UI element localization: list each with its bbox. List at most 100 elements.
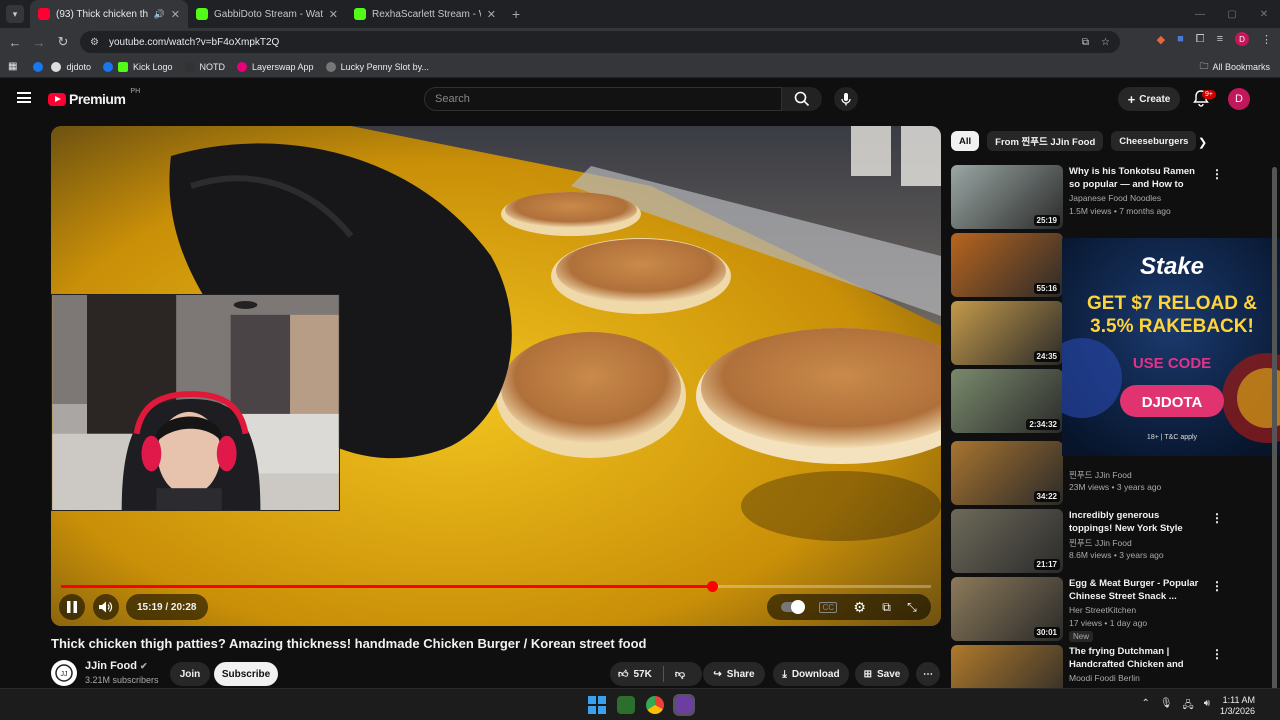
video-thumbnail[interactable]: 21:17 [951, 509, 1063, 573]
page-scrollbar[interactable] [1272, 167, 1277, 697]
bookmark-djdoto[interactable]: djdoto [51, 61, 91, 72]
apps-grid-icon[interactable]: ▦ [8, 61, 17, 72]
voice-search-button[interactable] [834, 87, 858, 111]
menu-icon[interactable] [17, 92, 31, 103]
more-options-icon[interactable]: ⋮ [1211, 647, 1223, 661]
more-options-icon[interactable]: ⋮ [1211, 511, 1223, 525]
recommendation-title[interactable]: The frying Dutchman | Handcrafted Chicke… [1069, 645, 1201, 671]
channel-name[interactable]: JJin Food ✔ [85, 660, 148, 672]
video-thumbnail[interactable]: 24:35 [951, 301, 1063, 365]
recommendation-title[interactable]: Incredibly generous toppings! New York S… [1069, 509, 1201, 535]
search-input[interactable]: Search [424, 87, 782, 111]
chip-all[interactable]: All [951, 131, 980, 151]
recommendation-channel[interactable]: Her StreetKitchen [1069, 605, 1136, 615]
thumbs-down-icon[interactable]: 👎︎ [675, 668, 685, 680]
extensions-icon[interactable]: ⧠ [1196, 33, 1205, 46]
create-button[interactable]: + Create [1118, 87, 1180, 111]
bookmark-kick-logo[interactable]: Kick Logo [102, 61, 173, 72]
more-options-icon[interactable]: ⋮ [1211, 167, 1223, 181]
bookmark-notd[interactable]: NOTD [184, 61, 225, 72]
audio-playing-icon[interactable]: 🔊 [154, 9, 165, 20]
facebook-bookmark-icon[interactable] [33, 61, 44, 72]
speaker-icon[interactable]: 🔊︎ [1204, 698, 1210, 715]
bookmark-star-icon[interactable]: ☆ [1101, 37, 1110, 48]
video-thumbnail[interactable]: 30:01 [951, 577, 1063, 641]
url-text[interactable]: youtube.com/watch?v=bF4oXmpkT2Q [109, 37, 279, 48]
recommendation-item[interactable]: 21:17 Incredibly generous toppings! New Y… [951, 509, 1271, 573]
chip-cheeseburgers[interactable]: Cheeseburgers [1111, 131, 1197, 151]
bookmark-layerswap[interactable]: Layerswap App [237, 61, 314, 72]
recommendation-title[interactable]: Why is his Tonkotsu Ramen so popular — a… [1069, 165, 1201, 191]
channel-avatar[interactable]: JJ [51, 660, 77, 686]
close-window-icon[interactable]: ✕ [1248, 0, 1280, 28]
account-avatar[interactable]: D [1228, 88, 1250, 110]
site-info-icon[interactable]: ⚙ [90, 37, 99, 48]
recommendation-channel[interactable]: Japanese Food Noodles [1069, 193, 1161, 203]
subscribe-button[interactable]: Subscribe [214, 662, 278, 686]
save-button[interactable]: ⊞ Save [855, 662, 909, 686]
recommendation-title[interactable]: Egg & Meat Burger - Popular Chinese Stre… [1069, 577, 1201, 603]
media-controls-icon[interactable]: ≡ [1217, 33, 1223, 45]
install-app-icon[interactable]: ⧉ [1082, 37, 1089, 48]
video-thumbnail[interactable]: 55:16 [951, 233, 1063, 297]
tab-close-icon[interactable]: ✕ [487, 8, 496, 21]
maximize-icon[interactable]: ▢ [1216, 0, 1248, 28]
chips-next-icon[interactable]: ❯ [1198, 136, 1207, 149]
recommendation-item[interactable]: 25:19 Why is his Tonkotsu Ramen so popula… [951, 165, 1271, 229]
settings-gear-icon[interactable]: ⚙ [853, 599, 866, 616]
miniplayer-icon[interactable]: ⧉ [882, 600, 891, 615]
recommendation-channel[interactable]: 찐푸드 JJin Food [1069, 537, 1132, 549]
app-icon[interactable] [673, 694, 695, 716]
search-button[interactable] [782, 87, 822, 111]
profile-avatar[interactable]: D [1235, 32, 1249, 46]
autoplay-toggle[interactable] [781, 600, 806, 614]
duration-badge: 55:16 [1033, 283, 1060, 294]
scrubber-handle[interactable] [706, 581, 718, 592]
tray-chevron-icon[interactable]: ⌃ [1141, 698, 1149, 715]
recommendation-item[interactable]: 30:01 Egg & Meat Burger - Popular Chinese… [951, 577, 1271, 642]
progress-bar[interactable] [61, 581, 931, 592]
video-thumbnail[interactable]: 2:34:32 [951, 369, 1063, 433]
like-button[interactable]: 👍︎ 57K [618, 668, 652, 681]
pause-button[interactable] [59, 594, 85, 620]
forward-icon[interactable]: → [27, 35, 51, 50]
tab-kick-gabbidoto[interactable]: GabbiDoto Stream - Watch Live ✕ [188, 0, 346, 28]
address-bar[interactable]: ⚙ youtube.com/watch?v=bF4oXmpkT2Q ⧉ ☆ [80, 31, 1120, 53]
video-thumbnail[interactable]: 34:22 [951, 441, 1063, 505]
tab-close-icon[interactable]: ✕ [329, 8, 338, 21]
microphone-tray-icon[interactable]: 🎙︎ [1160, 698, 1173, 715]
chrome-icon[interactable] [646, 696, 664, 714]
bookmark-lucky-penny[interactable]: Lucky Penny Slot by... [325, 61, 429, 72]
join-button[interactable]: Join [170, 662, 210, 686]
reload-icon[interactable]: ↻ [51, 34, 75, 50]
download-button[interactable]: ⤓ Download [773, 662, 849, 686]
minimize-icon[interactable]: — [1184, 0, 1216, 28]
taskbar-clock[interactable]: 1:11 AM 1/3/2026 [1220, 695, 1255, 717]
video-thumbnail[interactable]: 25:19 [951, 165, 1063, 229]
captions-icon[interactable]: CC [819, 601, 838, 613]
recommendation-channel[interactable]: 찐푸드 JJin Food [1069, 469, 1132, 481]
back-icon[interactable]: ← [3, 35, 27, 50]
nvidia-icon[interactable] [617, 696, 635, 714]
recommendation-channel[interactable]: Moodi Foodi Berlin [1069, 673, 1140, 683]
extension-fox-icon[interactable]: ◆ [1157, 33, 1165, 46]
new-tab-icon[interactable]: + [512, 6, 520, 22]
tab-close-icon[interactable]: ✕ [171, 8, 180, 21]
tab-search-button[interactable]: ▾ [6, 5, 24, 23]
volume-button[interactable] [93, 594, 119, 620]
network-icon[interactable]: 🖧︎ [1183, 698, 1194, 715]
youtube-logo[interactable]: Premium PH [48, 88, 140, 107]
extension-shield-icon[interactable]: ■ [1177, 33, 1184, 45]
tab-kick-rexhascarlett[interactable]: RexhaScarlett Stream - Watch L ✕ [346, 0, 504, 28]
more-actions-button[interactable]: ⋯ [916, 662, 940, 686]
browser-menu-icon[interactable]: ⋮ [1261, 33, 1272, 46]
share-button[interactable]: ↪ Share [703, 662, 765, 686]
windows-start-icon[interactable] [588, 696, 606, 714]
video-player[interactable]: 15:19 / 20:28 CC ⚙ ⧉ ⤡ [51, 126, 941, 626]
more-options-icon[interactable]: ⋮ [1211, 579, 1223, 593]
all-bookmarks[interactable]: 🗀 All Bookmarks [1199, 59, 1270, 75]
tab-youtube[interactable]: (93) Thick chicken thigh pati 🔊 ✕ [30, 0, 188, 28]
stake-ad-overlay[interactable]: Stake GET $7 RELOAD & 3.5% RAKEBACK! USE… [1062, 238, 1280, 456]
chip-from-channel[interactable]: From 찐푸드 JJin Food [987, 131, 1104, 151]
fullscreen-icon[interactable]: ⤡ [907, 600, 917, 615]
